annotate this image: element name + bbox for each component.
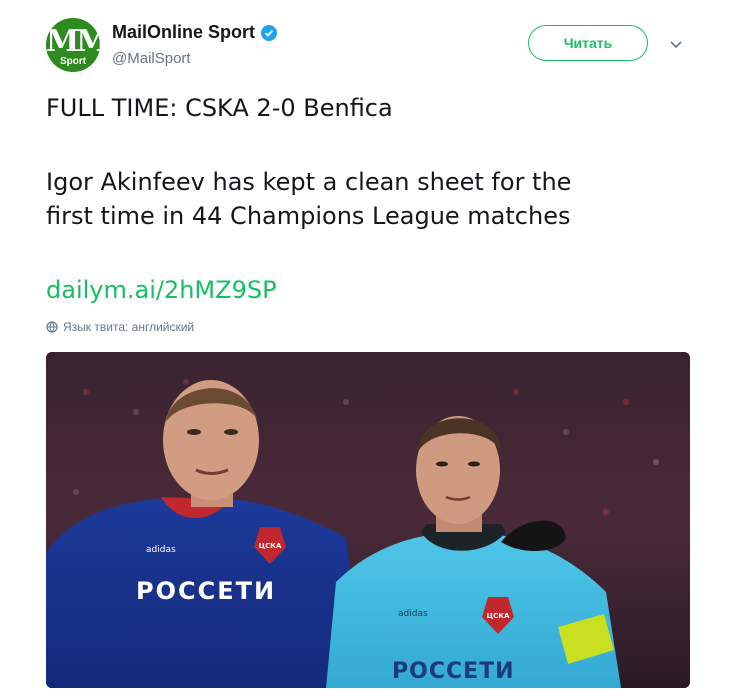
account-name-row: MailOnline Sport: [112, 22, 278, 43]
avatar-logo-letters: MM: [46, 24, 100, 59]
account-display-name[interactable]: MailOnline Sport: [112, 22, 255, 43]
kit-brand-text: adidas: [146, 545, 176, 555]
tweet-language-label: Язык твита: английский: [63, 320, 195, 334]
avatar-sport-tag: Sport: [59, 56, 87, 67]
tweet-text-line: Igor Akinfeev has kept a clean sheet for…: [46, 168, 572, 196]
globe-icon: [46, 321, 58, 333]
chevron-down-icon[interactable]: [668, 36, 684, 52]
kit-brand-text: adidas: [398, 609, 428, 619]
tweet-text-line: FULL TIME: CSKA 2-0 Benfica: [46, 94, 393, 122]
verified-badge-icon: [261, 24, 278, 41]
tweet-media-photo[interactable]: ЦСКА adidas РОССЕТИ ЦСКА adidas РОССЕТИ: [46, 352, 690, 688]
account-handle[interactable]: @MailSport: [112, 50, 191, 67]
club-badge-text: ЦСКА: [259, 542, 282, 550]
account-avatar[interactable]: MM Sport: [46, 18, 100, 72]
club-badge-text: ЦСКА: [487, 612, 510, 620]
follow-button[interactable]: Читать: [528, 25, 648, 61]
sponsor-text-left: РОССЕТИ: [136, 577, 276, 605]
sponsor-text-right: РОССЕТИ: [392, 659, 515, 684]
tweet-language-row: Язык твита: английский: [46, 320, 194, 334]
tweet-link[interactable]: dailym.ai/2hMZ9SP: [46, 276, 277, 304]
football-players-photo: ЦСКА adidas РОССЕТИ ЦСКА adidas РОССЕТИ: [46, 352, 690, 688]
tweet-text-line: first time in 44 Champions League matche…: [46, 202, 571, 230]
